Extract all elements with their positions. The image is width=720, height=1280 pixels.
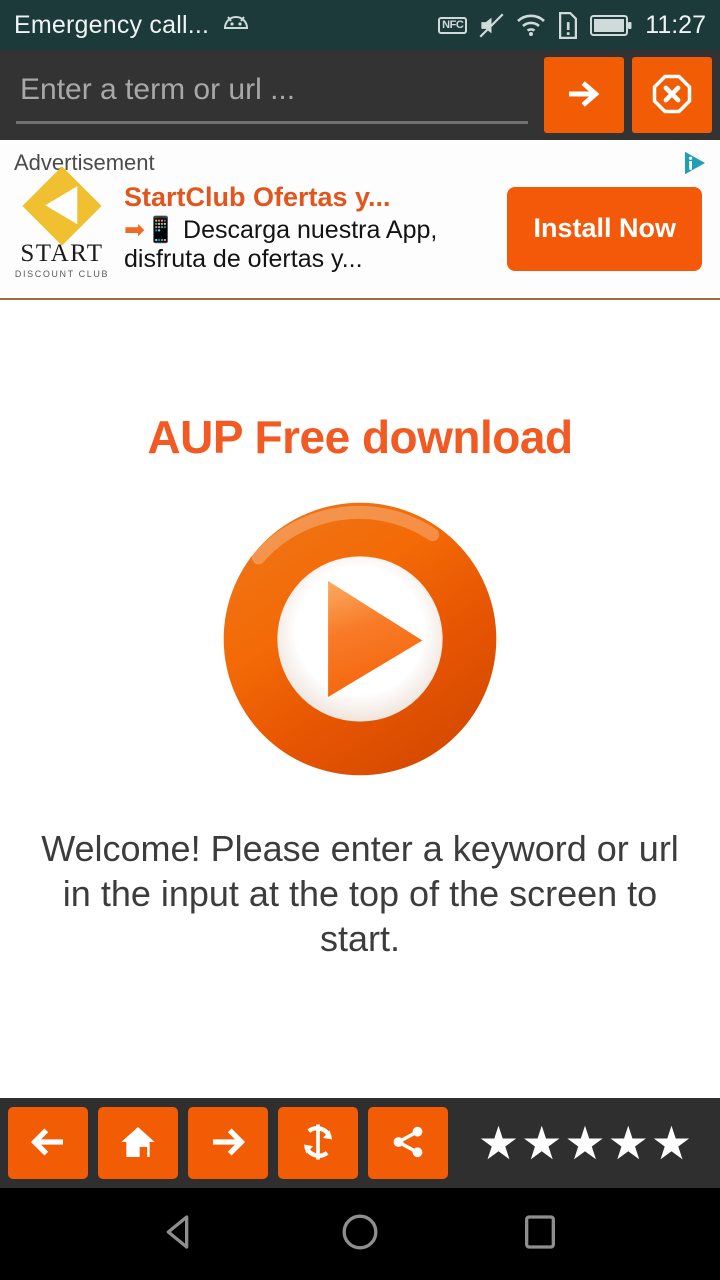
install-now-button[interactable]: Install Now [507, 186, 702, 271]
nav-recents-button[interactable] [500, 1194, 580, 1274]
advertisement-banner[interactable]: Advertisement START DISCOUNT CLUB StartC… [0, 140, 720, 300]
nav-recents-square-icon [520, 1212, 560, 1257]
nfc-icon: NFC [438, 16, 468, 34]
wifi-icon [516, 13, 546, 37]
android-robot-icon [221, 14, 251, 36]
phone-emoji-icon: 📱 [144, 216, 177, 245]
startclub-logo: START DISCOUNT CLUB [14, 166, 110, 279]
advertisement-description: ➡📱 Descarga nuestra App, disfruta de ofe… [124, 216, 493, 274]
adchoices-icon[interactable] [680, 148, 710, 183]
diamond-shape-icon [22, 166, 102, 246]
home-icon [118, 1122, 158, 1165]
share-icon [389, 1123, 427, 1164]
startclub-subtitle-text: DISCOUNT CLUB [14, 269, 110, 279]
mute-icon [478, 12, 505, 39]
advertisement-label: Advertisement [14, 150, 155, 175]
star-icon[interactable]: ★ [608, 1120, 649, 1166]
status-bar-title: Emergency call... [14, 10, 210, 39]
url-bar [0, 50, 720, 140]
arrow-right-icon [208, 1122, 248, 1165]
back-button[interactable] [8, 1107, 88, 1179]
arrow-right-small-icon: ➡ [124, 216, 145, 245]
advertisement-title: StartClub Ofertas y... [124, 182, 391, 213]
stop-close-icon [651, 73, 693, 118]
nav-back-button[interactable] [140, 1194, 220, 1274]
battery-icon [590, 14, 632, 37]
android-navigation-bar [0, 1188, 720, 1280]
star-icon[interactable]: ★ [478, 1120, 519, 1166]
home-button[interactable] [98, 1107, 178, 1179]
star-icon[interactable]: ★ [564, 1120, 605, 1166]
page-title: AUP Free download [147, 411, 573, 463]
main-content: AUP Free download Welcome! Please enter … [0, 312, 720, 1098]
nav-home-button[interactable] [320, 1194, 400, 1274]
share-button[interactable] [368, 1107, 448, 1179]
go-button[interactable] [544, 57, 624, 133]
clear-button[interactable] [632, 57, 712, 133]
advertisement-body: START DISCOUNT CLUB StartClub Ofertas y.… [14, 166, 706, 279]
refresh-button[interactable] [278, 1107, 358, 1179]
advertisement-text: StartClub Ofertas y... ➡📱 Descarga nuest… [124, 183, 493, 273]
rating-stars[interactable]: ★ ★ ★ ★ ★ [458, 1120, 712, 1166]
phone-screen: Emergency call... NFC 11:27 Enter a term… [0, 0, 720, 1280]
url-input[interactable] [16, 58, 528, 124]
go-arrow-icon [564, 74, 604, 117]
url-input-container [8, 58, 536, 132]
status-bar-clock: 11:27 [645, 10, 706, 39]
arrow-left-icon [28, 1122, 68, 1165]
nav-back-triangle-icon [160, 1212, 200, 1257]
play-button-logo [223, 502, 497, 776]
browser-toolbar: ★ ★ ★ ★ ★ [0, 1098, 720, 1188]
refresh-icon [298, 1122, 338, 1165]
sim-alert-icon [557, 11, 579, 39]
star-icon[interactable]: ★ [651, 1120, 692, 1166]
welcome-message: Welcome! Please enter a keyword or url i… [41, 828, 679, 959]
status-bar-left: Emergency call... [14, 11, 438, 40]
nav-home-circle-icon [340, 1212, 380, 1257]
status-bar-icons: NFC 11:27 [438, 11, 706, 40]
star-icon[interactable]: ★ [521, 1120, 562, 1166]
status-bar: Emergency call... NFC 11:27 [0, 0, 720, 50]
forward-button[interactable] [188, 1107, 268, 1179]
